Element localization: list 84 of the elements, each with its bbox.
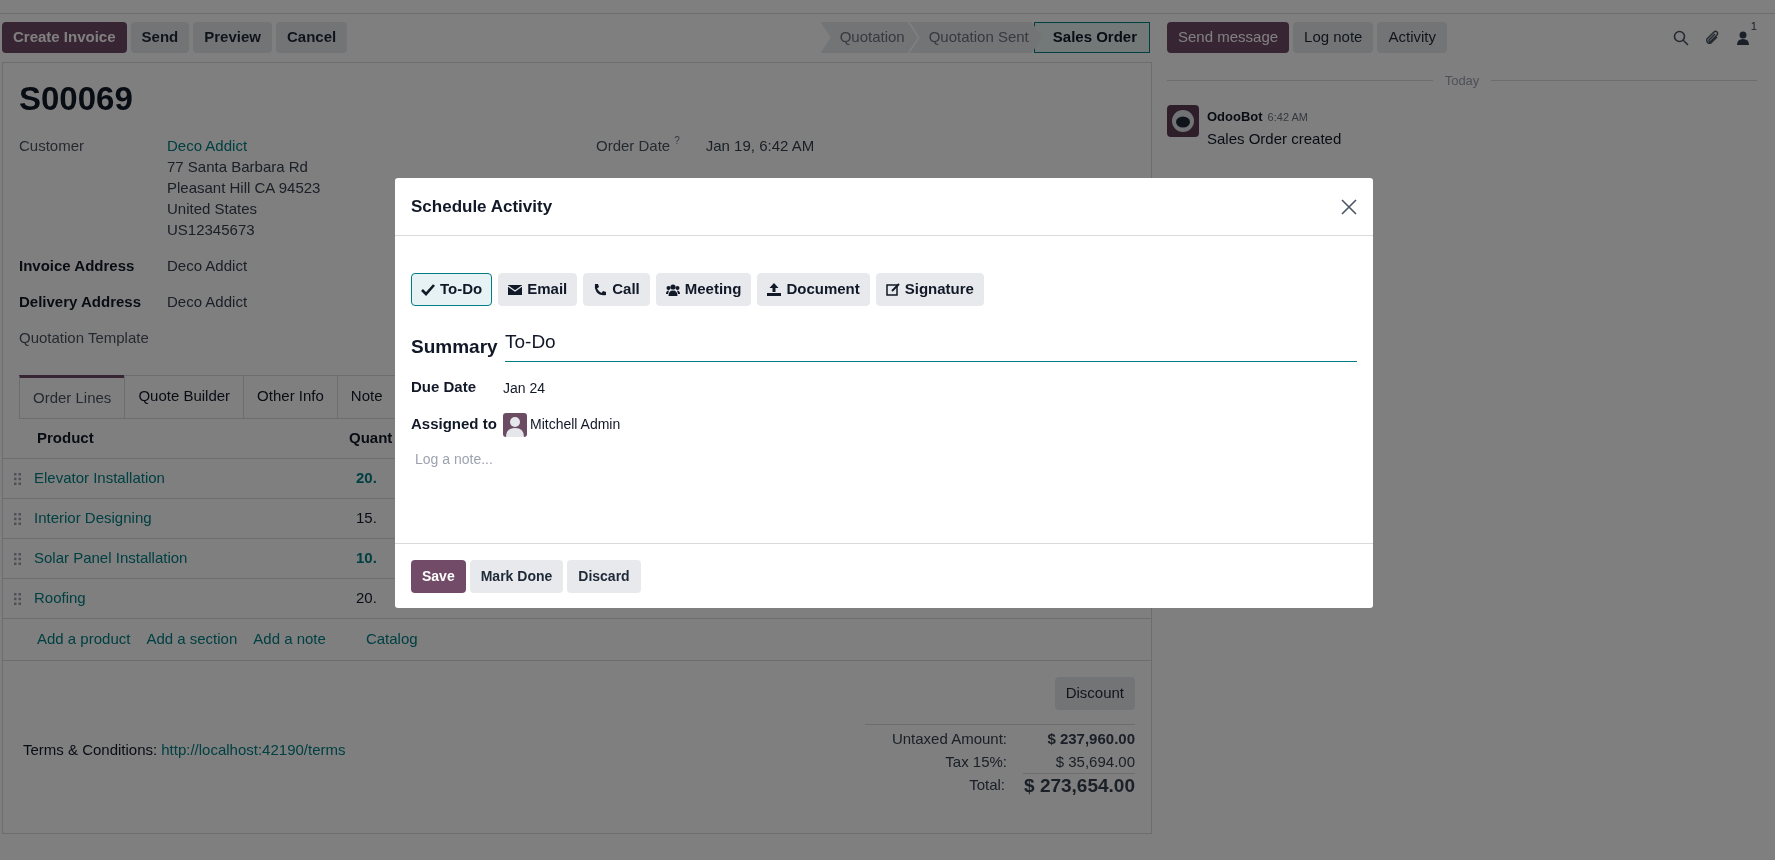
field-label: Invoice Address (19, 255, 136, 276)
bot-avatar-icon (1167, 104, 1199, 137)
dialog-button[interactable]: Mark Done (469, 559, 564, 593)
field-label: Delivery Address (19, 291, 142, 312)
product-cell-text: Solar Panel Installation (34, 548, 189, 569)
paperclip-icon (1704, 28, 1721, 47)
product-cell-text: Elevator Installation (34, 468, 166, 489)
terms-link[interactable]: http://localhost:42190/terms (161, 741, 346, 759)
envelope-icon (508, 282, 523, 297)
phone-icon (593, 282, 608, 297)
address-line: United States (167, 198, 259, 219)
user-field[interactable]: Mitchell Admin (530, 414, 621, 435)
total-value: $ 273,654.00 (1023, 773, 1135, 798)
column-header: Product (37, 428, 95, 449)
field-value: Deco Addict (167, 255, 248, 276)
chatter-button[interactable]: Send message (1167, 22, 1290, 53)
field-value: Jan 19, 6:42 AM (705, 135, 815, 156)
activity-type-button[interactable]: Document (757, 273, 870, 306)
terms-label: Terms & Conditions: (23, 741, 158, 759)
followers-icon (1736, 30, 1749, 45)
status-step[interactable]: Quotation Sent (909, 22, 1042, 53)
customer-link[interactable]: Deco Addict (167, 134, 321, 156)
address-line: Pleasant Hill CA 94523 (167, 177, 321, 198)
field-label: Summary (411, 335, 499, 359)
upload-icon (767, 282, 782, 297)
column-header: Quant (349, 428, 393, 449)
help-mark: ? (674, 134, 680, 147)
field-value: Deco Addict (167, 291, 248, 312)
product-cell-text: Interior Designing (34, 508, 153, 529)
record-title: S00069 (19, 79, 134, 119)
check-icon (421, 282, 435, 297)
field-label: Assigned to (411, 414, 498, 435)
discount-button[interactable]: Discount (1054, 677, 1135, 711)
dialog-title: Schedule Activity (411, 195, 553, 218)
total-label: Untaxed Amount: (890, 729, 1007, 750)
activity-type-button[interactable]: To-Do (411, 273, 493, 306)
total-label: Total: (968, 775, 1005, 796)
action-button[interactable]: Create Invoice (2, 22, 127, 53)
total-value: $ 35,694.00 (1054, 752, 1135, 773)
drag-handle-icon (14, 472, 21, 485)
activity-type-button[interactable]: Meeting (655, 273, 752, 306)
chatter-button[interactable]: Activity (1377, 22, 1447, 53)
drag-handle-icon (14, 552, 21, 565)
status-step[interactable]: Sales Order (1033, 22, 1150, 53)
chatter-button[interactable]: Log note (1293, 22, 1374, 53)
add-line-link[interactable]: Catalog (365, 628, 418, 651)
drag-handle-icon (14, 512, 21, 525)
product-cell-text: Roofing (34, 588, 87, 609)
address-line: US12345673 (167, 219, 256, 240)
add-line-link[interactable]: Add a section (146, 628, 238, 651)
activity-type-button[interactable]: Signature (875, 273, 984, 306)
address-line: 77 Santa Barbara Rd (167, 156, 309, 177)
search-icon (1672, 29, 1689, 46)
action-button[interactable]: Send (130, 22, 190, 53)
user-avatar-icon (503, 412, 527, 437)
field-label: Due Date (411, 376, 478, 397)
action-button[interactable]: Preview (193, 22, 272, 53)
tab[interactable]: Order Lines (19, 374, 126, 419)
dialog-button[interactable]: Discard (567, 559, 641, 593)
activity-type-button[interactable]: Email (498, 273, 578, 306)
total-value: $ 237,960.00 (1046, 729, 1135, 750)
add-line-link[interactable]: Add a product (37, 628, 131, 651)
field-label: Quotation Template (19, 327, 150, 348)
message-author: OdooBot (1207, 108, 1263, 124)
add-line-link[interactable]: Add a note (253, 628, 326, 651)
group-icon (665, 282, 680, 297)
summary-field[interactable]: To-Do (505, 328, 1357, 362)
message-time: 6:42 AM (1267, 110, 1308, 123)
action-button[interactable]: Cancel (275, 22, 348, 53)
date-field[interactable]: Jan 24 (503, 377, 546, 399)
total-label: Tax 15%: (944, 752, 1007, 773)
message-body: Sales Order created (1207, 129, 1342, 149)
quantity-cell-text: 10. (356, 548, 377, 569)
activity-type-button[interactable]: Call (583, 273, 650, 306)
quantity-cell-text: 20. (356, 468, 377, 489)
drag-handle-icon (14, 592, 21, 605)
dialog-button[interactable]: Save (411, 559, 466, 593)
edit-icon (885, 282, 900, 297)
field-label: Order Date (596, 135, 671, 156)
quantity-cell-text: 20. (356, 588, 377, 609)
quantity-cell-text: 15. (356, 508, 377, 529)
close-icon[interactable] (1341, 198, 1357, 215)
field-label: Customer (19, 135, 86, 156)
status-step[interactable]: Quotation (820, 22, 918, 53)
